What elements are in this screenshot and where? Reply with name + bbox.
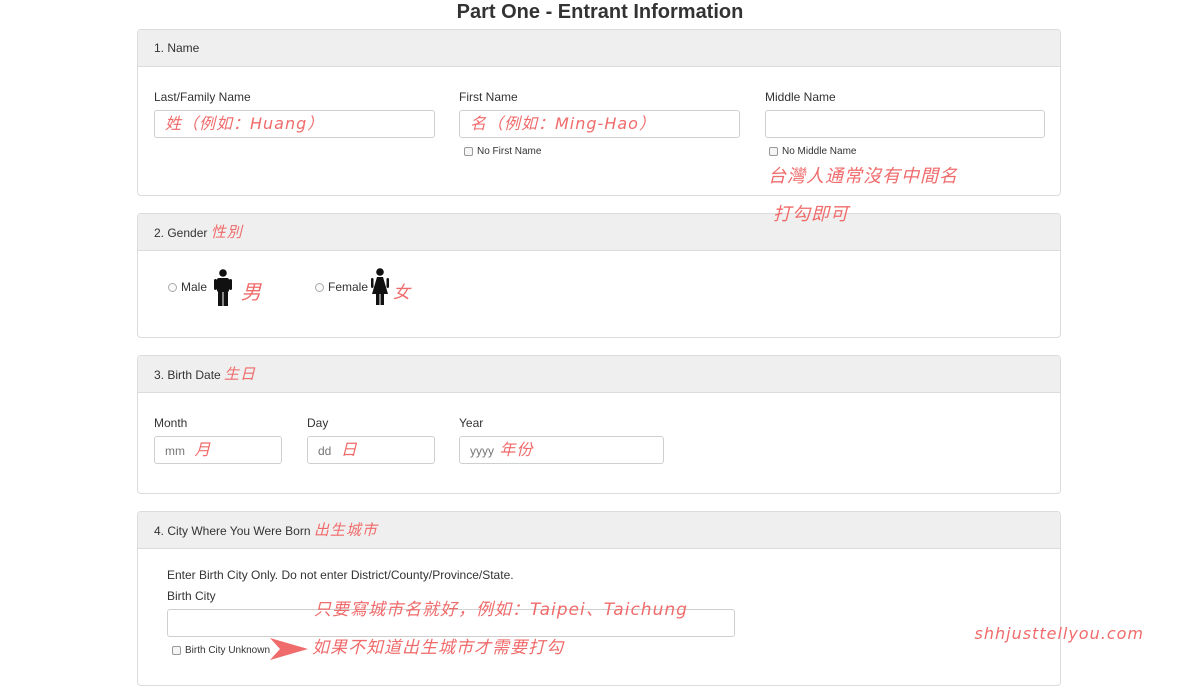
watermark: shhjusttellyou.com xyxy=(974,624,1144,643)
name-heading: 1. Name xyxy=(154,41,200,55)
year-label: Year xyxy=(459,416,484,430)
gender-panel-header: 2. Gender 性別 xyxy=(138,214,1060,251)
first-name-input[interactable]: 名（例如：Ming-Hao） xyxy=(459,110,740,138)
gender-heading: 2. Gender xyxy=(154,226,208,240)
birth-city-unknown-label: Birth City Unknown xyxy=(185,645,271,656)
birth-city-panel-header: 4. City Where You Were Born 出生城市 xyxy=(138,512,1060,549)
day-placeholder: dd xyxy=(318,444,332,458)
male-radio[interactable]: Male xyxy=(168,280,207,294)
month-input[interactable]: mm 月 xyxy=(154,436,282,464)
male-label: Male xyxy=(181,280,208,294)
month-placeholder: mm xyxy=(165,444,185,458)
male-note: 男 xyxy=(241,280,262,304)
last-name-value: 姓（例如：Huang） xyxy=(165,114,325,133)
birth-city-note-line-1: 只要寫城市名就好，例如：Taipei、Taichung xyxy=(314,600,688,620)
no-first-name-box[interactable] xyxy=(464,147,473,156)
page-title: Part One - Entrant Information xyxy=(456,1,744,23)
birth-city-heading: 4. City Where You Were Born xyxy=(154,524,311,538)
male-figure-icon xyxy=(214,269,232,306)
birth-city-heading-note: 出生城市 xyxy=(313,521,378,539)
no-middle-name-box[interactable] xyxy=(769,147,778,156)
arrow-right-icon xyxy=(270,638,308,660)
first-name-value: 名（例如：Ming-Hao） xyxy=(470,114,656,133)
gender-heading-note: 性別 xyxy=(210,223,243,241)
day-note: 日 xyxy=(340,440,358,459)
male-radio-dot[interactable] xyxy=(168,282,177,292)
day-label: Day xyxy=(307,416,329,430)
year-input[interactable]: yyyy 年份 xyxy=(459,436,664,464)
last-name-input[interactable]: 姓（例如：Huang） xyxy=(154,110,435,138)
month-note: 月 xyxy=(194,440,212,459)
no-first-name-label: No First Name xyxy=(477,146,542,157)
female-radio[interactable]: Female xyxy=(315,280,368,294)
year-placeholder: yyyy xyxy=(470,444,494,458)
birth-city-label: Birth City xyxy=(167,589,216,603)
middle-name-label: Middle Name xyxy=(765,90,836,104)
no-middle-name-label: No Middle Name xyxy=(782,146,857,157)
middle-name-input[interactable] xyxy=(765,110,1045,138)
month-label: Month xyxy=(154,416,188,430)
year-note: 年份 xyxy=(499,440,534,459)
birth-city-note-line-2: 如果不知道出生城市才需要打勾 xyxy=(312,638,564,658)
birth-city-unknown-box[interactable] xyxy=(172,646,181,655)
gender-panel: 2. Gender 性別 Male 男 Female 女 xyxy=(137,213,1061,338)
female-figure-icon xyxy=(371,268,389,305)
first-name-label: First Name xyxy=(459,90,518,104)
birth-date-panel: 3. Birth Date 生日 Month mm 月 Day dd 日 Yea… xyxy=(137,355,1061,494)
birth-date-heading-note: 生日 xyxy=(224,365,257,383)
birth-date-heading: 3. Birth Date xyxy=(154,368,221,382)
last-name-label: Last/Family Name xyxy=(154,90,251,104)
birth-city-unknown-checkbox[interactable]: Birth City Unknown xyxy=(172,645,270,656)
birth-date-panel-header: 3. Birth Date 生日 xyxy=(138,356,1060,393)
middle-name-note-line-2: 打勾即可 xyxy=(773,204,849,225)
no-middle-name-checkbox[interactable]: No Middle Name xyxy=(769,146,856,157)
female-radio-dot[interactable] xyxy=(315,282,324,292)
female-note: 女 xyxy=(393,283,411,303)
name-panel-header: 1. Name xyxy=(138,30,1060,67)
middle-name-note-line-1: 台灣人通常沒有中間名 xyxy=(768,166,958,187)
female-label: Female xyxy=(328,280,369,294)
day-input[interactable]: dd 日 xyxy=(307,436,435,464)
no-first-name-checkbox[interactable]: No First Name xyxy=(464,146,541,157)
birth-city-instruction: Enter Birth City Only. Do not enter Dist… xyxy=(167,568,514,582)
